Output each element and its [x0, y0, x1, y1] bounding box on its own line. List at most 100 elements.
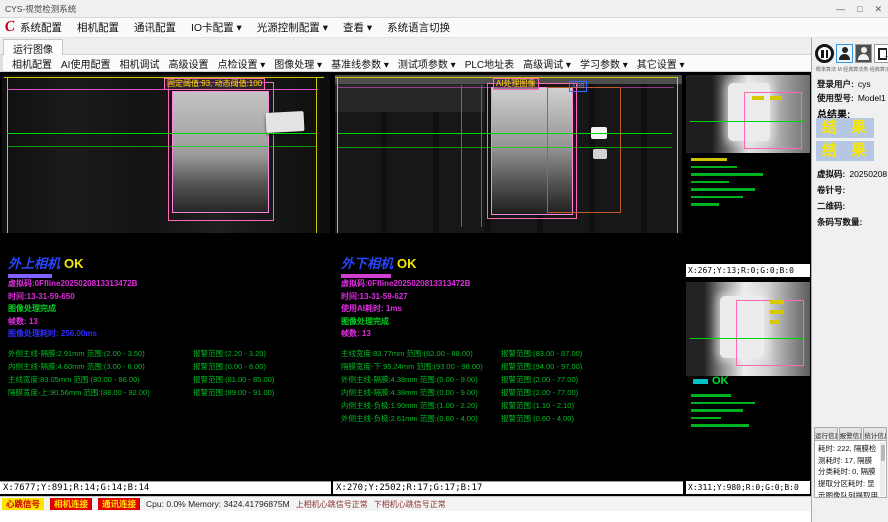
camera-image-upper-outer: 固定阈值:93, 动态阈值:100 — [2, 75, 330, 233]
tool-ai-usage-config[interactable]: AI使用配置 — [61, 56, 110, 71]
time-line: 时间:13-31-59-650 — [8, 291, 328, 304]
tool-camera-debug[interactable]: 相机调试 — [119, 56, 159, 71]
toolbar: 相机配置 AI使用配置 相机调试 高级设置 点检设置 ▾ 图像处理 ▾ 基准线参… — [0, 55, 811, 72]
window-controls: — □ ✕ — [836, 0, 882, 18]
maximize-icon[interactable]: □ — [857, 4, 862, 14]
tool-camera-config[interactable]: 相机配置 — [12, 56, 52, 71]
micro-text-bar — [691, 173, 763, 176]
heartbeat-badge: 心跳信号 — [2, 498, 44, 510]
measure-row: 内侧主线-隔膜:4.38mm 范围:(0.00 - 9.00)报警范围:(2.0… — [341, 387, 680, 400]
overlay-text-middle: 外下相机OK 虚拟码:0Ffline2025020813313472B 时间:1… — [341, 253, 680, 426]
value-tag — [770, 320, 780, 324]
overlay-text-left: 外上相机OK 虚拟码:0Ffline2025020813313472B 时间:1… — [8, 253, 328, 400]
tool-spot-check[interactable]: 点检设置 ▾ — [217, 56, 265, 71]
camera-view-upper-outer: 固定阈值:93, 动态阈值:100 外上相机OK 虚拟码:0Ffline2025… — [0, 72, 332, 496]
frame-count-line: 帧数: 13 — [8, 316, 328, 329]
model-row: 使用型号:Model1 — [817, 92, 886, 104]
measure-line — [690, 121, 806, 122]
tool-baseline-params[interactable]: 基准线参数 ▾ — [331, 56, 389, 71]
camera-title: 外上相机 — [8, 256, 60, 271]
qrcode-row: 二维码: — [817, 200, 849, 212]
micro-text-bar — [691, 188, 755, 191]
process-done-line: 图像处理完成 — [8, 303, 328, 316]
measure-line — [7, 133, 316, 134]
needle-no-row: 卷针号: — [817, 184, 849, 196]
camera-connect-badge: 相机连接 — [50, 498, 92, 510]
coords-readout-thumb-bottom: X:311;Y:980;R:0;G:0;B:0 — [686, 481, 810, 494]
ai-detect-box — [547, 87, 621, 213]
roi-line — [316, 77, 317, 233]
close-icon[interactable]: ✕ — [874, 4, 882, 15]
exit-door-icon: → — [878, 48, 887, 60]
needle-no-label: 卷针号: — [817, 185, 845, 195]
stats-scrollbar[interactable] — [880, 442, 885, 496]
menu-item-language-switch[interactable]: 系统语言切换 — [387, 20, 450, 35]
measure-row: 外侧主线-隔膜:2.91mm 范围:(2.00 - 3.50)报警范围:(2.2… — [8, 348, 328, 361]
measure-row: 内侧主线-隔膜:4.60mm 范围:(3.00 - 6.00)报警范围:(0.0… — [8, 361, 328, 374]
menu-item-light-config[interactable]: 光源控制配置 ▾ — [257, 20, 328, 35]
menu-item-system-config[interactable]: 系统配置 — [20, 20, 62, 35]
tool-image-processing[interactable]: 图像处理 ▾ — [274, 56, 322, 71]
measure-row: 主线宽度:83.05mm 范围:(80.00 - 86.00)报警范围:(81.… — [8, 374, 328, 387]
measure-line — [338, 147, 672, 148]
machine-deck — [335, 84, 485, 112]
menu-item-io-config[interactable]: IO卡配置 ▾ — [191, 20, 242, 35]
frame-count-line: 帧数: 13 — [341, 328, 680, 341]
menu-item-comm-config[interactable]: 通讯配置 — [134, 20, 176, 35]
time-line: 时间:13-31-59-627 — [341, 291, 680, 304]
coords-readout-left: X:7677;Y:891;R:14;G:14;B:14 — [0, 481, 331, 494]
status-ok: OK — [64, 256, 84, 271]
login-user-value: cys — [858, 79, 871, 89]
user-login-button[interactable] — [836, 44, 853, 63]
qrcode-label: 二维码: — [817, 201, 845, 211]
bottom-strip — [0, 511, 811, 522]
thumb-bottom-textlines — [691, 394, 755, 432]
title-bar: CYS-视觉检测系统 — □ ✕ — [0, 0, 888, 18]
measure-line — [461, 85, 462, 227]
measure-row: 主线宽度:83.77mm 范围:(82.00 - 88.00)报警范围:(83.… — [341, 348, 680, 361]
tape-piece — [266, 111, 305, 133]
thumb-top-textlines — [691, 158, 763, 211]
micro-text-bar — [691, 394, 731, 397]
cpu-memory-readout: Cpu: 0.0% Memory: 3424.41796875M — [146, 499, 290, 509]
barcode-count-label: 条码写数量: — [817, 217, 862, 227]
tool-other-settings[interactable]: 其它设置 ▾ — [637, 56, 685, 71]
value-tag — [770, 96, 782, 100]
camera-title: 外下相机 — [341, 256, 393, 271]
result-badge-lower: 结 果 — [816, 141, 874, 161]
tool-test-params[interactable]: 测试项参数 ▾ — [398, 56, 456, 71]
status-ok: OK — [712, 375, 729, 387]
ai-elapsed-line: 使用AI耗时: 1ms — [341, 303, 680, 316]
micro-text-bar — [691, 203, 719, 206]
ai-image-label: AI处理图像 — [493, 78, 539, 90]
barcode-count-row: 条码写数量: — [817, 216, 866, 228]
elapsed-line: 图像处理耗时: 256.00ms — [8, 328, 328, 341]
menu-bar: C 系统配置 相机配置 通讯配置 IO卡配置 ▾ 光源控制配置 ▾ 查看 ▾ 系… — [0, 18, 888, 38]
measure-row: 隔膜宽度-下:95.24mm 范围:(93.00 - 98.00)报警范围:(9… — [341, 361, 680, 374]
camera-image-lower-outer: AI处理图像 3.89 — [335, 75, 682, 233]
tool-plc-address-table[interactable]: PLC地址表 — [465, 56, 514, 71]
process-done-line: 图像处理完成 — [341, 316, 680, 329]
login-user-row: 登录用户:cys — [817, 78, 871, 90]
thumbnail-column: X:267;Y:13;R:0;G:0;B:0 OK X: — [686, 72, 810, 496]
pause-button[interactable] — [815, 44, 834, 63]
exit-button[interactable]: → — [874, 44, 888, 63]
value-tag — [770, 310, 784, 314]
menu-item-camera-config[interactable]: 相机配置 — [77, 20, 119, 35]
cell-region — [172, 91, 269, 213]
status-bar: 心跳信号 相机连接 通讯连接 Cpu: 0.0% Memory: 3424.41… — [0, 496, 811, 511]
thumb-camera-image-bottom — [686, 282, 810, 376]
status-ok: OK — [397, 256, 417, 271]
tool-advanced-settings[interactable]: 高级设置 — [168, 56, 208, 71]
minimize-icon[interactable]: — — [836, 4, 845, 14]
tool-learning-params[interactable]: 学习参数 ▾ — [580, 56, 628, 71]
measure-line — [338, 133, 672, 134]
tool-advanced-debug[interactable]: 高级调试 ▾ — [523, 56, 571, 71]
panel-buttons: → — [815, 44, 888, 63]
measure-row: 外侧主线-负极:2.61mm 范围:(0.60 - 4.00)报警范围:(0.6… — [341, 413, 680, 426]
menu-item-view[interactable]: 查看 ▾ — [343, 20, 372, 35]
user-switch-button[interactable] — [855, 44, 872, 63]
stats-textbox: 耗时: 222, 隔膜检测耗时: 17, 隔膜分类耗时: 0, 隔膜提取分区耗时… — [814, 440, 887, 498]
ai-score-label: 3.89 — [569, 81, 587, 92]
comm-connect-badge: 通讯连接 — [98, 498, 140, 510]
